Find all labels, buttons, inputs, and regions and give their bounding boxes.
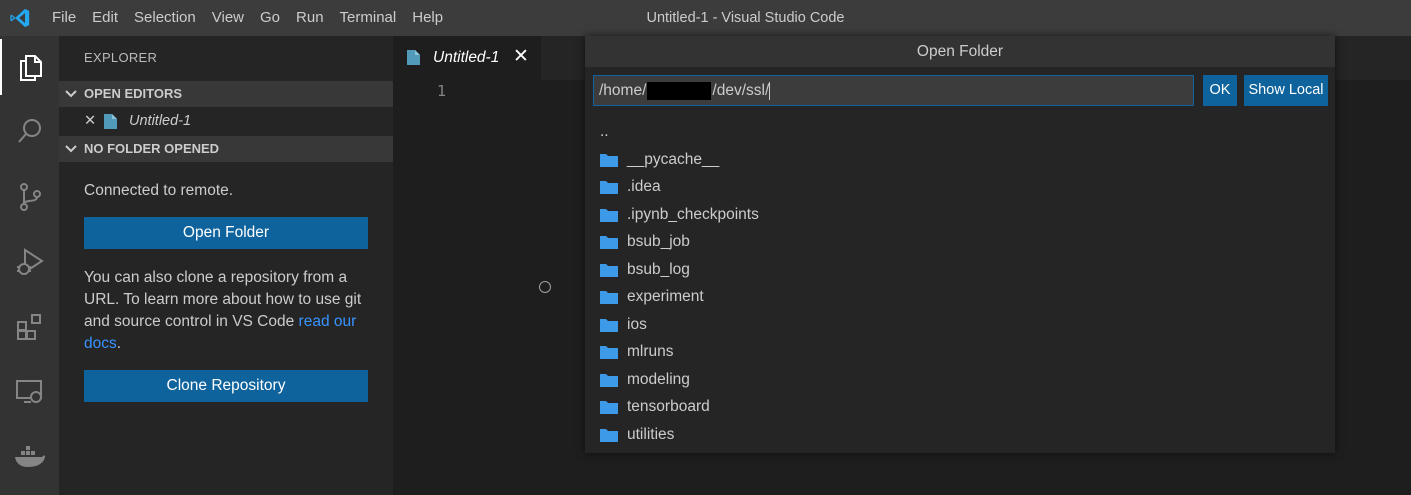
folder-list: .. __pycache__ .idea .ipynb_checkpointsbsu…: [585, 118, 1335, 448]
folder-icon: [600, 291, 618, 304]
no-folder-label: NO FOLDER OPENED: [84, 141, 220, 156]
list-item-label: utilities: [627, 425, 675, 443]
menu-run[interactable]: Run: [288, 0, 332, 36]
open-editors-label: OPEN EDITORS: [84, 86, 183, 101]
list-item-folder[interactable]: .ipynb_checkpoints: [585, 201, 1335, 229]
chevron-down-icon: [65, 145, 77, 153]
list-item-label: bsub_log: [627, 260, 690, 278]
activity-docker[interactable]: [0, 429, 59, 485]
clone-repository-button[interactable]: Clone Repository: [84, 370, 368, 402]
explorer-sidebar: EXPLORER OPEN EDITORS ✕ Untitled-1 NO FO…: [59, 36, 393, 495]
open-editor-item[interactable]: ✕ Untitled-1: [59, 108, 393, 134]
menu-file[interactable]: File: [44, 0, 84, 36]
activity-search[interactable]: [0, 103, 59, 159]
explorer-icon: [19, 55, 42, 81]
list-item-folder[interactable]: utilities: [585, 421, 1335, 449]
menu-terminal[interactable]: Terminal: [332, 0, 405, 36]
list-item-folder[interactable]: .idea: [585, 173, 1335, 201]
progress-ring-icon: [539, 281, 551, 293]
list-item-label: ios: [627, 315, 647, 333]
folder-icon: [600, 181, 618, 194]
list-item-folder[interactable]: experiment: [585, 283, 1335, 311]
list-item-folder[interactable]: tensorboard: [585, 393, 1335, 421]
path-input[interactable]: /home/ /dev/ssl/: [593, 75, 1194, 106]
activity-source-control[interactable]: [0, 169, 59, 225]
open-editors-header[interactable]: OPEN EDITORS: [59, 81, 393, 107]
title-bar: File Edit Selection View Go Run Terminal…: [0, 0, 1411, 36]
list-item-parent[interactable]: ..: [585, 118, 1335, 146]
folder-icon: [600, 236, 618, 249]
run-debug-icon: [16, 248, 44, 275]
sidebar-title: EXPLORER: [84, 50, 158, 65]
list-item-label: .idea: [627, 178, 661, 195]
vscode-logo-icon: [10, 8, 30, 28]
show-local-button[interactable]: Show Local: [1244, 75, 1328, 106]
folder-icon: [600, 318, 618, 332]
menu-help[interactable]: Help: [404, 0, 451, 36]
folder-icon: [600, 428, 618, 442]
text-caret: [769, 81, 771, 100]
list-item-label: ..: [600, 123, 609, 140]
folder-icon: [600, 208, 618, 222]
ok-button[interactable]: OK: [1203, 75, 1237, 106]
tab-close-icon[interactable]: ✕: [513, 45, 529, 68]
path-prefix: /home/: [599, 82, 647, 99]
menu-edit[interactable]: Edit: [84, 0, 126, 36]
menu-go[interactable]: Go: [252, 0, 288, 36]
redacted-block: [647, 81, 712, 100]
activity-extensions[interactable]: [0, 299, 59, 355]
list-item-label: mlruns: [627, 343, 674, 360]
menu-bar: File Edit Selection View Go Run Terminal…: [44, 0, 451, 36]
extensions-icon: [16, 314, 41, 340]
folder-icon: [600, 346, 618, 359]
folder-icon: [600, 401, 618, 414]
docker-icon: [14, 446, 45, 467]
menu-view[interactable]: View: [204, 0, 252, 36]
file-icon: [104, 114, 117, 129]
list-item-folder[interactable]: ios: [585, 311, 1335, 339]
folder-icon: [600, 263, 618, 277]
connected-text: Connected to remote.: [84, 182, 234, 199]
list-item-label: bsub_job: [627, 233, 690, 250]
activity-remote-explorer[interactable]: [0, 364, 59, 420]
activity-explorer[interactable]: [0, 39, 59, 95]
line-number: 1: [437, 82, 447, 100]
list-item-folder[interactable]: modeling: [585, 366, 1335, 394]
no-folder-header[interactable]: NO FOLDER OPENED: [59, 136, 393, 162]
activity-run-debug[interactable]: [0, 234, 59, 290]
list-item-folder[interactable]: bsub_job: [585, 228, 1335, 256]
list-item-label: __pycache__: [627, 150, 720, 168]
dialog-title: Open Folder: [585, 36, 1335, 67]
tab-untitled-1[interactable]: Untitled-1 ✕: [393, 36, 541, 80]
folder-icon: [600, 373, 618, 387]
list-item-label: experiment: [627, 288, 704, 305]
activity-bar: [0, 36, 59, 495]
list-item-label: modeling: [627, 370, 690, 388]
list-item-folder[interactable]: __pycache__: [585, 146, 1335, 174]
chevron-down-icon: [65, 90, 77, 98]
list-item-folder[interactable]: mlruns: [585, 338, 1335, 366]
path-suffix: /dev/ssl/: [712, 82, 770, 99]
list-item-label: .ipynb_checkpoints: [627, 205, 759, 223]
menu-selection[interactable]: Selection: [126, 0, 204, 36]
tab-label: Untitled-1: [433, 49, 500, 66]
list-item-folder[interactable]: bsub_log: [585, 256, 1335, 284]
close-icon[interactable]: ✕: [84, 108, 96, 134]
source-control-icon: [19, 183, 41, 211]
open-folder-dialog: Open Folder /home/ /dev/ssl/ OK Show Loca…: [585, 36, 1335, 453]
search-icon: [17, 119, 41, 143]
clone-description: You can also clone a repository from a U…: [84, 267, 374, 355]
folder-icon: [600, 153, 618, 167]
open-editor-name: Untitled-1: [129, 113, 192, 129]
open-folder-button[interactable]: Open Folder: [84, 217, 368, 249]
file-icon: [407, 50, 420, 65]
clone-description-end: .: [116, 335, 122, 352]
list-item-label: tensorboard: [627, 398, 710, 415]
remote-explorer-icon: [15, 380, 42, 403]
